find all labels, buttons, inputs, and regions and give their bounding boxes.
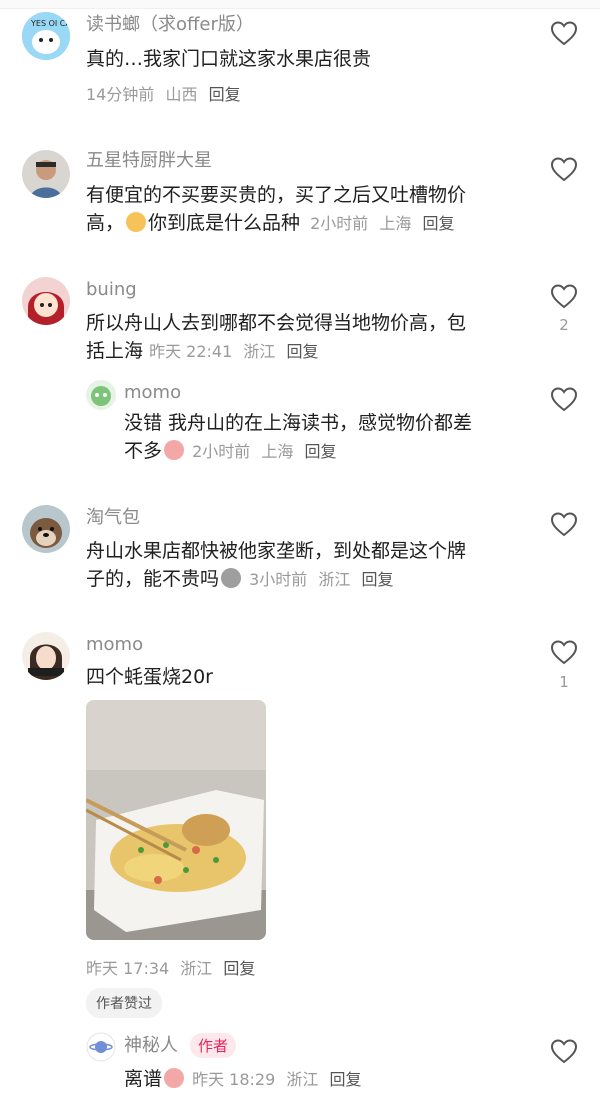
reply-button[interactable]: 回复 — [361, 570, 393, 589]
avatar[interactable] — [22, 632, 70, 680]
commenter-name[interactable]: 神秘人 — [124, 1035, 178, 1057]
reply-button[interactable]: 回复 — [209, 85, 241, 104]
avatar[interactable] — [22, 505, 70, 553]
like-heart-icon[interactable] — [550, 283, 578, 309]
commenter-name[interactable]: momo — [86, 634, 143, 656]
commenter-name[interactable]: 淘气包 — [86, 507, 140, 529]
avatar[interactable] — [22, 277, 70, 325]
comment-text-line2: 高， 你到底是什么品种 2小时前 上海 回复 — [86, 208, 460, 239]
like-heart-icon[interactable] — [550, 639, 578, 665]
comment-time: 3小时前 — [249, 570, 308, 589]
avatar[interactable]: YES OI CAN — [22, 12, 70, 60]
comment-text: 有便宜的不买要买贵的，买了之后又吐槽物价 — [86, 184, 467, 206]
comment-text: 没错 我舟山的在上海读书，感觉物价都差 — [124, 412, 473, 434]
like-heart-icon[interactable] — [550, 386, 578, 412]
comment-text-part: 高， — [86, 212, 125, 234]
reply-button[interactable]: 回复 — [329, 1070, 361, 1089]
comment-meta: 昨天 17:34 浙江 回复 — [86, 955, 261, 979]
comment-text-part: 你到底是什么品种 — [148, 212, 301, 234]
commenter-name[interactable]: 五星特厨胖大星 — [86, 150, 212, 172]
comment-time: 14分钟前 — [86, 85, 155, 104]
comment-text: 四个蚝蛋烧20r — [86, 666, 213, 688]
like-heart-icon[interactable] — [550, 1038, 578, 1064]
comment-location: 浙江 — [180, 959, 213, 978]
comment-time: 2小时前 — [192, 442, 251, 461]
comment-location: 浙江 — [286, 1070, 319, 1089]
commenter-name[interactable]: 读书螂（求offer版） — [86, 14, 254, 36]
comment-text: 离谱 — [124, 1068, 163, 1090]
face-emoji-icon — [126, 212, 147, 232]
like-heart-icon[interactable] — [550, 156, 578, 182]
like-count: 2 — [559, 316, 569, 334]
comment-time: 2小时前 — [310, 214, 369, 233]
top-divider — [0, 0, 600, 9]
comment-location: 上海 — [261, 442, 294, 461]
avatar[interactable] — [86, 1032, 116, 1062]
comment-photo[interactable] — [86, 700, 266, 940]
comment-location: 山西 — [165, 85, 198, 104]
author-liked-badge: 作者赞过 — [86, 988, 162, 1018]
comment-text: 舟山水果店都快被他家垄断，到处都是这个牌 — [86, 540, 467, 562]
like-count: 1 — [559, 673, 569, 691]
svg-text:YES OI CAN: YES OI CAN — [30, 19, 70, 28]
comment-text-line2: 不多 2小时前 上海 回复 — [124, 436, 342, 467]
like-heart-icon[interactable] — [550, 511, 578, 537]
author-badge: 作者 — [190, 1033, 237, 1058]
like-heart-icon[interactable] — [550, 20, 578, 46]
comment-text-part: 括上海 — [86, 340, 144, 362]
comment-text: 所以舟山人去到哪都不会觉得当地物价高，包 — [86, 312, 467, 334]
comment-time: 昨天 18:29 — [192, 1070, 276, 1089]
comment-text-part: 不多 — [124, 440, 163, 462]
crying-face-emoji-icon — [164, 440, 185, 460]
comment-text: 真的…我家门口就这家水果店很贵 — [86, 48, 372, 70]
comment-text-part: 子的，能不贵吗 — [86, 568, 220, 590]
comment-text-line2: 子的，能不贵吗 3小时前 浙江 回复 — [86, 564, 399, 595]
comment-location: 浙江 — [243, 342, 276, 361]
commenter-name[interactable]: buing — [86, 279, 137, 301]
comment-location: 浙江 — [318, 570, 351, 589]
reply-button[interactable]: 回复 — [422, 214, 454, 233]
commenter-name[interactable]: momo — [124, 382, 181, 404]
reply-button[interactable]: 回复 — [286, 342, 318, 361]
reply-button[interactable]: 回复 — [223, 959, 255, 978]
comment-text-line2: 括上海 昨天 22:41 浙江 回复 — [86, 336, 324, 367]
crying-face-emoji-icon — [164, 1068, 185, 1088]
comment-text-line: 离谱 昨天 18:29 浙江 回复 — [124, 1064, 367, 1095]
avatar[interactable] — [86, 380, 116, 410]
comment-location: 上海 — [379, 214, 412, 233]
comment-time: 昨天 22:41 — [149, 342, 233, 361]
speechless-face-emoji-icon — [221, 568, 242, 588]
comment-meta: 14分钟前 山西 回复 — [86, 81, 247, 105]
comment-time: 昨天 17:34 — [86, 959, 170, 978]
avatar[interactable] — [22, 150, 70, 198]
reply-button[interactable]: 回复 — [304, 442, 336, 461]
